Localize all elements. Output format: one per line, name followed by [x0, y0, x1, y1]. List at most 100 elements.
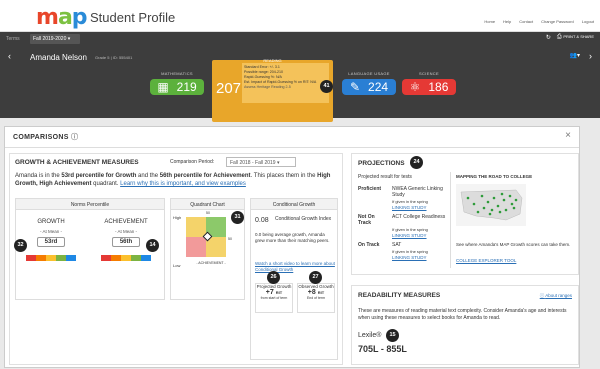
achievement-percentile: 56th	[112, 237, 140, 247]
map-description: See where Amanda's MAP Growth scores can…	[456, 242, 571, 247]
next-student-icon[interactable]: ›	[589, 51, 592, 61]
norms-header: Norms Percentile	[16, 199, 164, 210]
quad-low-label: Low	[173, 263, 181, 268]
language-score[interactable]: LANGUAGE USAGE ✎ 224	[342, 71, 396, 95]
tip-note: Assess Heritage Reading 2-5	[244, 85, 291, 89]
projection-test: ACT College Readiness	[392, 214, 446, 220]
projection-note: If given in the spring	[392, 199, 428, 204]
print-icon: ⎙	[556, 34, 562, 40]
norms-title: Norms Percentile	[70, 202, 110, 208]
map-logo[interactable]: map	[36, 5, 88, 30]
growth-achievement-section: GROWTH & ACHIEVEMENT MEASURES Comparison…	[9, 153, 343, 365]
linking-study-link[interactable]: LINKING STUDY	[392, 205, 427, 210]
map-title: MAPPING THE ROAD TO COLLEGE	[456, 174, 533, 179]
college-explorer-link[interactable]: COLLEGE EXPLORER TOOL	[456, 258, 516, 263]
term-select[interactable]: Fall 2019-2020 ▾	[30, 34, 80, 44]
comparison-period-select[interactable]: Fall 2018 - Fall 2019 ▾	[226, 157, 296, 167]
college-map	[456, 184, 526, 226]
logout-link[interactable]: Logout	[582, 19, 594, 24]
growth-color-bar	[26, 255, 76, 261]
comparisons-panel: COMPARISONS ⓘ × GROWTH & ACHIEVEMENT MEA…	[4, 126, 580, 368]
callout-badge: 31	[231, 211, 244, 224]
callout-badge: 26	[267, 271, 280, 284]
about-ranges-link[interactable]: ⓘ About ranges	[540, 293, 572, 299]
observed-unit: RIT	[317, 290, 325, 295]
growth-at-mean: - At Mean -	[39, 229, 62, 234]
projected-unit: RIT	[275, 290, 283, 295]
observed-sub: End of term	[306, 296, 326, 300]
linking-study-link[interactable]: LINKING STUDY	[392, 255, 427, 260]
norms-percentile-panel: Norms Percentile GROWTH ACHIEVEMENT - At…	[14, 198, 165, 300]
desc-text: Amanda is in the	[15, 173, 62, 179]
change-password-link[interactable]: Change Password	[541, 19, 574, 24]
help-icon[interactable]: ⓘ	[71, 134, 78, 141]
desc-text: and the	[136, 173, 160, 179]
home-link[interactable]: Home	[484, 19, 495, 24]
reading-tooltip: Standard Error: +/- 3.1 Possible range: …	[242, 63, 329, 103]
pencil-icon: ✎	[349, 80, 361, 94]
science-pill: ⚛ 186	[402, 79, 456, 95]
help-link[interactable]: Help	[503, 19, 511, 24]
projection-test: NWEA Generic Linking Study	[392, 186, 443, 198]
lexile-value: 705L - 855L	[358, 344, 407, 354]
desc-growth: 53rd percentile for Growth	[61, 173, 137, 179]
prev-student-icon[interactable]: ‹	[8, 51, 11, 61]
term-label: Terms	[6, 36, 20, 42]
science-value: 186	[428, 80, 449, 94]
term-icons: ↻ ⎙ PRINT & SHARE	[546, 34, 594, 41]
growth-description: Amanda is in the 53rd percentile for Gro…	[15, 172, 340, 188]
math-pill: ▦ 219	[150, 79, 204, 95]
student-id: ID: 555401	[112, 55, 133, 60]
refresh-icon[interactable]: ↻	[546, 34, 551, 41]
science-score[interactable]: SCIENCE ⚛ 186	[402, 71, 456, 95]
calculator-icon: ▦	[157, 80, 169, 94]
comparisons-title-text: COMPARISONS	[13, 134, 69, 141]
quad-tick-right: 50	[228, 237, 232, 241]
observed-value-line: +8 RIT	[298, 289, 334, 296]
reading-score[interactable]: READING 207 Standard Error: +/- 3.1 Poss…	[212, 58, 333, 122]
student-name: Amanda Nelson	[30, 53, 87, 62]
student-info: Grade 5 | ID: 555401	[95, 55, 133, 60]
projected-sub: from start of term	[260, 296, 288, 300]
achievement-color-bar	[101, 255, 151, 261]
print-share-button[interactable]: ⎙ PRINT & SHARE	[557, 34, 594, 41]
math-label: MATHEMATICS	[161, 71, 193, 76]
callout-badge: 27	[309, 271, 322, 284]
quadrant-low-low	[186, 237, 206, 257]
quadrant-title: Quadrant Chart	[190, 202, 225, 208]
callout-badge: 14	[146, 239, 159, 252]
us-map-icon	[460, 189, 523, 221]
comparison-period-label: Comparison Period:	[170, 159, 215, 165]
readability-title: READABILITY MEASURES	[358, 292, 441, 299]
cg-video-link[interactable]: Watch a short video to learn more about …	[255, 261, 335, 273]
lexile-label: Lexile®	[358, 332, 382, 339]
projections-sub: Projected result for tests	[358, 174, 412, 180]
linking-study-link[interactable]: LINKING STUDY	[392, 233, 427, 238]
achievement-label: ACHIEVEMENT	[104, 219, 148, 225]
projection-test: SAT	[392, 242, 402, 248]
contact-link[interactable]: Contact	[519, 19, 533, 24]
callout-badge: 24	[410, 156, 423, 169]
comparison-period-value: Fall 2018 - Fall 2019	[230, 160, 276, 166]
math-value: 219	[176, 80, 197, 94]
quad-tick-top: 50	[206, 211, 210, 215]
projections-divider	[450, 172, 451, 268]
desc-text: quadrant.	[91, 181, 121, 187]
term-bar: Terms Fall 2019-2020 ▾ ↻ ⎙ PRINT & SHARE	[0, 32, 600, 46]
callout-badge: 32	[14, 239, 27, 252]
cg-header: Conditional Growth	[251, 199, 337, 210]
users-icon[interactable]: 👥▾	[570, 52, 580, 59]
top-bar: map Student Profile Home Help Contact Ch…	[0, 0, 600, 32]
math-score[interactable]: MATHEMATICS ▦ 219	[150, 71, 204, 95]
cg-value: 0.08	[255, 217, 269, 224]
language-label: LANGUAGE USAGE	[348, 71, 390, 76]
chevron-down-icon: ▾	[67, 36, 71, 42]
projection-status: On Track	[358, 242, 380, 248]
projection-status: Proficient	[358, 186, 382, 192]
cg-description: 0.0 being average growth, Amanda grew mo…	[255, 232, 330, 243]
quadrant-header: Quadrant Chart	[171, 199, 244, 210]
close-icon[interactable]: ×	[565, 130, 571, 141]
projected-value-line: +7 RIT	[256, 289, 292, 296]
divider	[5, 147, 579, 148]
learn-why-link[interactable]: Learn why this is important, and view ex…	[120, 181, 246, 187]
